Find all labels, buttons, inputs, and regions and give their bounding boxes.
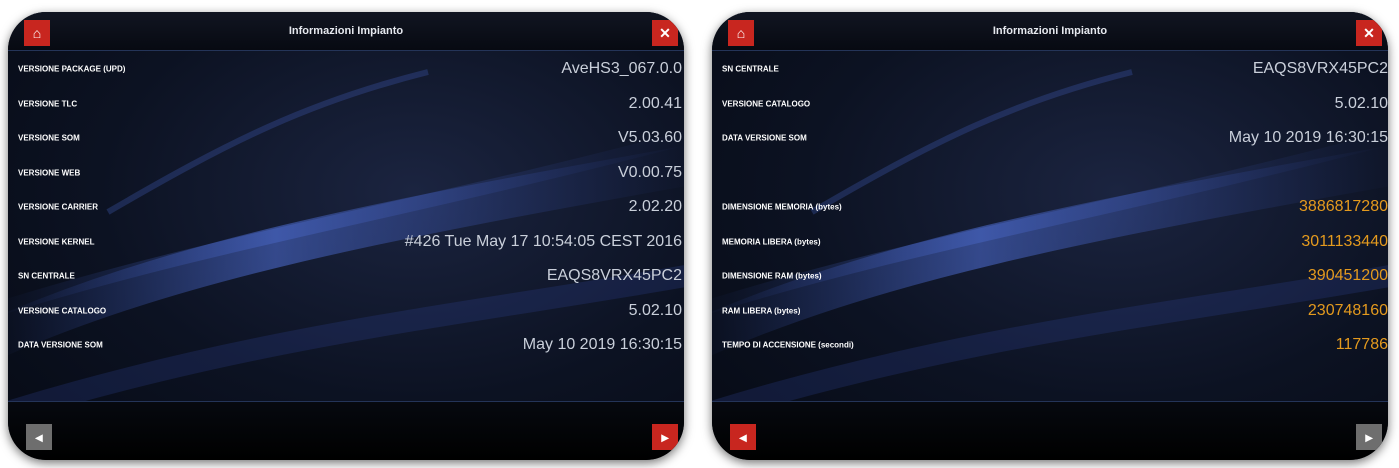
info-screen-left: Informazioni Impianto ⌂ ✕ VERSIONE PACKA… (8, 12, 684, 460)
close-icon: ✕ (659, 25, 671, 41)
home-button[interactable]: ⌂ (24, 20, 50, 46)
row-value: 390451200 (1307, 267, 1388, 285)
row-label: VERSIONE CATALOGO (722, 99, 811, 109)
list-item: VERSIONE CATALOGO 5.02.10 (712, 87, 1388, 122)
row-label: VERSIONE WEB (18, 168, 81, 178)
row-value: 3886817280 (1299, 198, 1388, 216)
row-value: 5.02.10 (628, 301, 682, 319)
row-label: TEMPO DI ACCENSIONE (secondi) (722, 340, 854, 350)
bottom-bar (712, 401, 1388, 460)
screen-title: Informazioni Impianto (288, 25, 404, 37)
list-item: VERSIONE TLC 2.00.41 (8, 87, 684, 122)
list-item: VERSIONE CATALOGO 5.02.10 (8, 294, 684, 329)
row-value: V5.03.60 (617, 129, 682, 147)
row-value: 117786 (1335, 336, 1388, 354)
list-item: TEMPO DI ACCENSIONE (secondi) 117786 (712, 328, 1388, 363)
info-list: VERSIONE PACKAGE (UPD) AveHS3_067.0.0 VER… (8, 52, 684, 363)
row-label: VERSIONE KERNEL (18, 237, 95, 247)
list-item: VERSIONE KERNEL #426 Tue May 17 10:54:05 … (8, 225, 684, 260)
row-label: VERSIONE TLC (18, 99, 78, 109)
back-button[interactable]: ◂ (730, 424, 756, 450)
home-icon: ⌂ (32, 25, 42, 41)
list-item: VERSIONE PACKAGE (UPD) AveHS3_067.0.0 (8, 52, 684, 87)
list-item: SN CENTRALE EAQS8VRX45PC2 (8, 259, 684, 294)
row-label: DIMENSIONE MEMORIA (bytes) (722, 202, 842, 212)
row-value: 2.00.41 (628, 94, 682, 112)
forward-icon: ▸ (1365, 429, 1373, 445)
list-item: RAM LIBERA (bytes) 230748160 (712, 294, 1388, 329)
row-value: May 10 2019 16:30:15 (522, 336, 682, 354)
forward-button[interactable]: ▸ (1356, 424, 1382, 450)
row-label: VERSIONE PACKAGE (UPD) (18, 64, 126, 74)
bottom-bar (8, 401, 684, 460)
row-value: AveHS3_067.0.0 (561, 60, 682, 78)
forward-button[interactable]: ▸ (652, 424, 678, 450)
back-icon: ◂ (739, 429, 747, 445)
list-item: DIMENSIONE MEMORIA (bytes) 3886817280 (712, 190, 1388, 225)
row-value: 5.02.10 (1334, 94, 1388, 112)
row-value: EAQS8VRX45PC2 (546, 267, 682, 285)
screen-title: Informazioni Impianto (992, 25, 1108, 37)
list-item: VERSIONE CARRIER 2.02.20 (8, 190, 684, 225)
row-label: RAM LIBERA (bytes) (722, 306, 801, 316)
row-value: V0.00.75 (617, 163, 682, 181)
row-label: SN CENTRALE (722, 64, 779, 74)
row-value: 2.02.20 (628, 198, 682, 216)
row-value: 3011133440 (1301, 232, 1388, 250)
list-item: VERSIONE WEB V0.00.75 (8, 156, 684, 191)
row-label: VERSIONE CATALOGO (18, 306, 107, 316)
row-label: VERSIONE SOM (18, 133, 80, 143)
info-list: SN CENTRALE EAQS8VRX45PC2 VERSIONE CATALO… (712, 52, 1388, 363)
list-item: VERSIONE SOM V5.03.60 (8, 121, 684, 156)
row-label: DATA VERSIONE SOM (722, 133, 807, 143)
row-value: EAQS8VRX45PC2 (1252, 60, 1388, 78)
back-icon: ◂ (35, 429, 43, 445)
close-button[interactable]: ✕ (652, 20, 678, 46)
list-item (712, 156, 1388, 191)
close-icon: ✕ (1363, 25, 1375, 41)
row-value: #426 Tue May 17 10:54:05 CEST 2016 (404, 232, 682, 250)
home-button[interactable]: ⌂ (728, 20, 754, 46)
row-label: SN CENTRALE (18, 271, 75, 281)
list-item: DATA VERSIONE SOM May 10 2019 16:30:15 (712, 121, 1388, 156)
row-label: DATA VERSIONE SOM (18, 340, 103, 350)
row-value: May 10 2019 16:30:15 (1228, 129, 1388, 147)
list-item: MEMORIA LIBERA (bytes) 3011133440 (712, 225, 1388, 260)
info-screen-right: Informazioni Impianto ⌂ ✕ SN CENTRALE EAQ… (712, 12, 1388, 460)
list-item: DATA VERSIONE SOM May 10 2019 16:30:15 (8, 328, 684, 363)
forward-icon: ▸ (661, 429, 669, 445)
row-label: MEMORIA LIBERA (bytes) (722, 237, 821, 247)
row-label: DIMENSIONE RAM (bytes) (722, 271, 822, 281)
back-button[interactable]: ◂ (26, 424, 52, 450)
row-value: 230748160 (1307, 301, 1388, 319)
close-button[interactable]: ✕ (1356, 20, 1382, 46)
list-item: DIMENSIONE RAM (bytes) 390451200 (712, 259, 1388, 294)
list-item: SN CENTRALE EAQS8VRX45PC2 (712, 52, 1388, 87)
row-label: VERSIONE CARRIER (18, 202, 99, 212)
home-icon: ⌂ (736, 25, 746, 41)
